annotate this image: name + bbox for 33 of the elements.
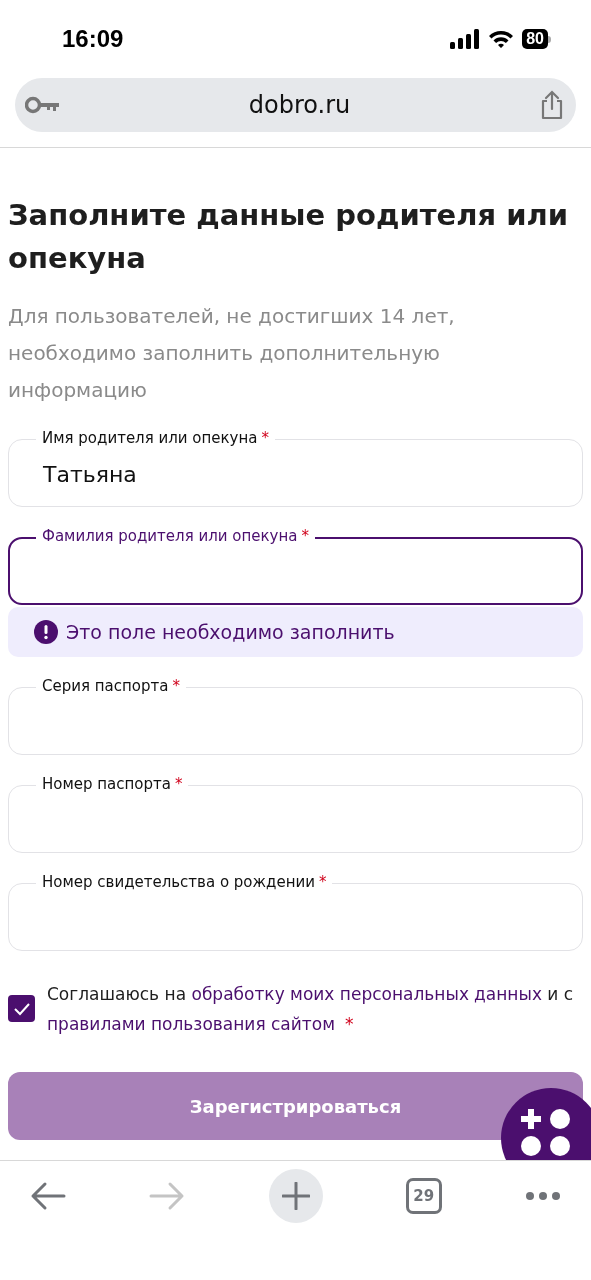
battery-icon: 80 bbox=[522, 29, 551, 49]
back-arrow-icon[interactable] bbox=[30, 1181, 66, 1211]
field-label: Серия паспорта bbox=[42, 676, 169, 696]
consent-checkbox[interactable] bbox=[8, 995, 35, 1022]
wifi-icon bbox=[488, 29, 515, 49]
field-value: Татьяна bbox=[43, 460, 137, 489]
new-tab-button[interactable] bbox=[268, 1169, 323, 1223]
more-icon[interactable] bbox=[525, 1191, 561, 1201]
plus-icon bbox=[281, 1182, 310, 1210]
required-mark: * bbox=[301, 526, 309, 546]
alert-icon bbox=[34, 620, 58, 644]
check-icon bbox=[12, 1001, 31, 1016]
signal-icon bbox=[450, 29, 481, 49]
grid-plus-icon bbox=[518, 1106, 570, 1156]
clock: 16:09 bbox=[62, 24, 124, 54]
consent-link[interactable]: данных bbox=[474, 984, 542, 1004]
consent-link[interactable]: правилами пользования сайтом bbox=[47, 1014, 335, 1034]
error-message: Это поле необходимо заполнить bbox=[8, 607, 583, 657]
tabs-button[interactable]: 29 bbox=[405, 1178, 442, 1214]
consent-text: Соглашаюсь на обработку моих персональных данных и с правилами пользования сайтом * bbox=[47, 983, 575, 1036]
required-mark: * bbox=[318, 872, 327, 892]
consent-link[interactable]: обработку моих персональных bbox=[191, 984, 469, 1004]
url-text: dobro.ru bbox=[248, 90, 351, 121]
address-bar[interactable]: dobro.ru bbox=[15, 78, 576, 132]
subtitle: Для пользователей, не достигших 14 лет, необходимо заполнить дополнительную информацию bbox=[8, 303, 456, 404]
field-label: Фамилия родителя или опекуна bbox=[42, 526, 298, 546]
page-title: Заполните данные родителя или опекуна bbox=[8, 197, 570, 277]
field-label: Номер паспорта bbox=[42, 774, 171, 794]
key-icon[interactable] bbox=[25, 96, 61, 114]
required-mark: * bbox=[175, 774, 183, 794]
required-mark: * bbox=[172, 676, 180, 696]
floating-menu-button[interactable] bbox=[501, 1088, 591, 1160]
field-label: Номер свидетельства о рождении bbox=[42, 872, 315, 892]
